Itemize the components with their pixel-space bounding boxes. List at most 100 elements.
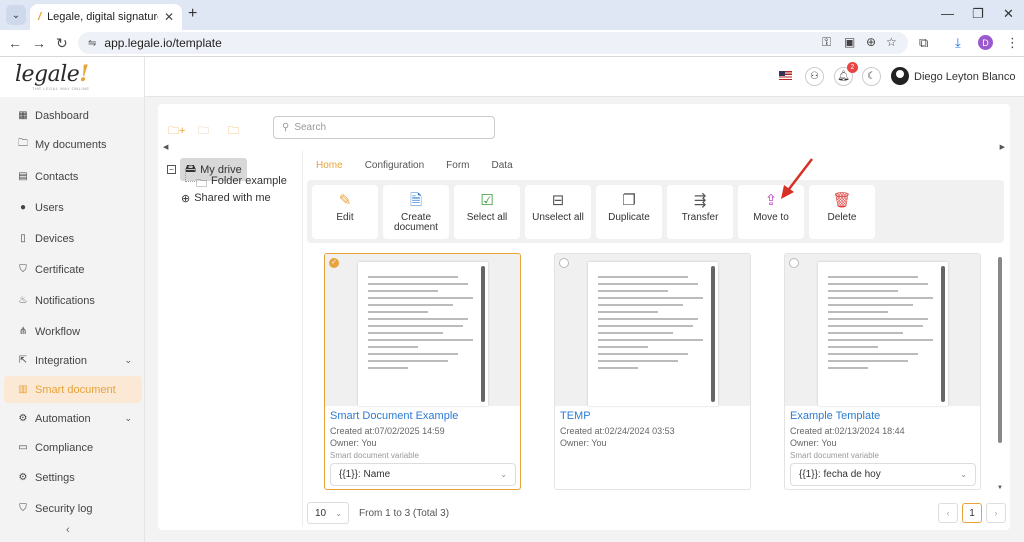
sidebar-item-label: Users [35,201,64,214]
new-folder-icon[interactable]: 🗀+ [168,122,185,141]
sidebar-item-settings[interactable]: ⚙ Settings [4,464,142,491]
shared-with-me-node[interactable]: ⊕ Shared with me [181,192,271,205]
unselect-all-button[interactable]: ⊟ Unselect all [525,185,591,239]
action-label: Create document [394,212,438,233]
zoom-icon[interactable]: ⊕ [866,35,876,49]
sidebar-item-contacts[interactable]: ▤ Contacts [4,163,142,190]
card-checkbox[interactable] [559,258,569,268]
card-variable-select[interactable]: {{1}}: fecha de hoy ⌄ [790,463,976,486]
preview-scrollbar[interactable] [711,266,715,402]
user-avatar[interactable] [891,67,909,85]
device-icon: ▯ [20,233,26,244]
chevron-down-icon[interactable]: ⌄ [124,355,132,366]
restore-icon[interactable]: ❐ [972,6,984,22]
tab-form[interactable]: Form [446,160,469,171]
url-field[interactable]: ⇋ app.legale.io/template ⚿ ▣ ⊕ ☆ [78,32,908,54]
browser-tab[interactable]: / Legale, digital signature ✕ [30,4,182,30]
contacts-icon: ▤ [18,171,28,182]
sidebar-item-workflow[interactable]: ⋔ Workflow [4,318,142,345]
document-thumbnail[interactable] [325,254,520,406]
card-created: Created at:07/02/2025 14:59 [330,426,445,436]
scroll-right-icon[interactable]: ▶ [1000,143,1005,151]
new-tab-button[interactable]: + [188,5,197,23]
create-document-button[interactable]: 🗎 Create document [383,185,449,239]
sidebar-item-smart-document[interactable]: ▥ Smart document [4,376,142,403]
sidebar-item-dashboard[interactable]: ▦ Dashboard [4,102,142,129]
tab-search-button[interactable]: ⌄ [6,5,26,25]
reload-icon[interactable]: ↻ [56,35,68,52]
bell-icon: ♨ [18,295,28,306]
select-all-button[interactable]: ☑ Select all [454,185,520,239]
preview-scrollbar[interactable] [941,266,945,402]
sidebar-item-compliance[interactable]: ▭ Compliance [4,434,142,461]
us-flag-icon[interactable] [779,71,792,80]
page-1-button[interactable]: 1 [962,503,982,523]
template-card[interactable]: ✓ Smart Document Example Created at:07/02/… [324,253,521,490]
compliance-icon: ▭ [18,442,28,453]
bookmark-star-icon[interactable]: ☆ [886,35,897,49]
sidebar-item-label: Workflow [35,325,81,338]
card-checkbox[interactable] [789,258,799,268]
extensions-icon[interactable]: ⧉ [919,35,928,51]
transfer-button[interactable]: ⇶ Transfer [667,185,733,239]
legale-logo[interactable]: legale! [15,61,89,87]
logo-area: legale! THE LEGAL WAY ONLINE [0,57,145,97]
document-thumbnail[interactable] [555,254,750,406]
tab-data[interactable]: Data [492,160,513,171]
sidebar-item-users[interactable]: ● Users [4,194,142,221]
card-variable-select[interactable]: {{1}}: Name ⌄ [330,463,516,486]
card-checkbox[interactable]: ✓ [329,258,339,268]
page-size-select[interactable]: 10 ⌄ [307,502,349,524]
sidebar-item-my-documents[interactable]: 🗀 My documents [4,131,142,158]
sidebar-item-label: Certificate [35,263,85,276]
tab-configuration[interactable]: Configuration [365,160,424,171]
folder-icon[interactable]: 🗀 [228,122,239,141]
install-app-icon[interactable]: ▣ [844,35,855,49]
key-icon[interactable]: ⚿ [822,35,831,50]
tree-collapse-icon[interactable]: − [167,165,176,174]
create-doc-icon: 🗎 [409,192,423,209]
sidebar-item-integration[interactable]: ⇱ Integration ⌄ [4,347,142,374]
scroll-down-icon[interactable]: ▼ [997,485,1003,491]
horizontal-scrollbar[interactable]: ◀ ▶ [163,143,1005,151]
sidebar-item-label: Settings [35,471,75,484]
theme-toggle-icon[interactable]: ☾ [862,67,881,86]
download-icon[interactable]: ⤓ [955,35,961,51]
duplicate-button[interactable]: ❐ Duplicate [596,185,662,239]
tab-home[interactable]: Home [316,160,343,171]
prev-page-button[interactable]: ‹ [938,503,958,523]
minimize-icon[interactable]: — [941,6,954,21]
sidebar-item-devices[interactable]: ▯ Devices [4,225,142,252]
support-icon[interactable]: ⚇ [805,67,824,86]
template-card[interactable]: TEMP Created at:02/24/2024 03:53 Owner: Yo… [554,253,751,490]
card-title[interactable]: Smart Document Example [330,410,458,422]
card-title[interactable]: Example Template [790,410,880,422]
close-window-icon[interactable]: ✕ [1003,6,1014,22]
site-info-icon[interactable]: ⇋ [88,38,96,49]
sidebar-item-security-log[interactable]: ⛉ Security log [4,495,142,522]
legale-favicon-icon: / [38,11,42,23]
forward-icon[interactable]: → [32,35,46,51]
browser-profile-avatar[interactable]: D [978,35,993,50]
preview-scrollbar[interactable] [481,266,485,402]
folder-upload-icon[interactable]: 🗀 [198,122,209,141]
document-thumbnail[interactable] [785,254,980,406]
sidebar-item-certificate[interactable]: ⛉ Certificate [4,256,142,283]
search-input[interactable]: ⚲ Search [273,116,495,139]
back-icon[interactable]: ← [8,35,22,51]
edit-button[interactable]: ✎ Edit [312,185,378,239]
user-name[interactable]: Diego Leyton Blanco [914,71,1016,83]
automation-icon: ⚙ [18,413,28,424]
card-title[interactable]: TEMP [560,410,591,422]
next-page-button[interactable]: › [986,503,1006,523]
vertical-scrollbar[interactable] [998,257,1002,443]
collapse-sidebar-icon[interactable]: ‹ [66,524,70,536]
sidebar-item-notifications[interactable]: ♨ Notifications [4,287,142,314]
delete-button[interactable]: 🗑 Delete [809,185,875,239]
sidebar-item-automation[interactable]: ⚙ Automation ⌄ [4,405,142,432]
chevron-down-icon[interactable]: ⌄ [124,413,132,424]
close-tab-icon[interactable]: ✕ [164,10,174,24]
template-card[interactable]: Example Template Created at:02/13/2024 18… [784,253,981,490]
scroll-left-icon[interactable]: ◀ [163,143,168,151]
browser-menu-icon[interactable]: ⋮ [1006,35,1019,51]
